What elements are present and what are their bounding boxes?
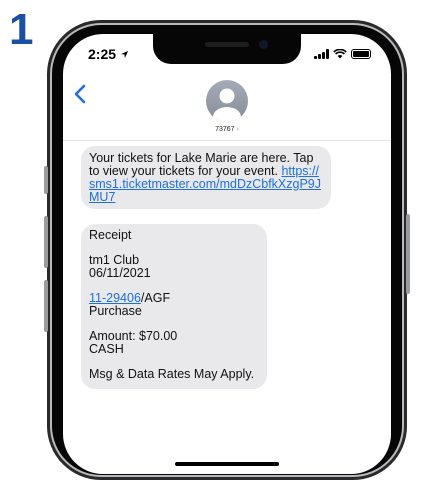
home-indicator <box>175 462 279 466</box>
person-icon <box>213 88 241 122</box>
power-button <box>406 214 410 294</box>
status-icons <box>314 49 371 59</box>
contact-chevron-icon: › <box>236 126 239 133</box>
phone-screen: 2:25 73767 › Your tickets for Lake Marie… <box>63 34 391 474</box>
contact-avatar[interactable] <box>206 80 248 122</box>
message-bubble-receipt: Receipt tm1 Club 06/11/2021 11-29406/AGF… <box>81 224 267 389</box>
receipt-venue-block: tm1 Club 06/11/2021 <box>89 254 259 280</box>
signal-icon <box>314 49 329 59</box>
volume-up-button <box>44 216 48 268</box>
notch <box>153 34 301 64</box>
receipt-title: Receipt <box>89 228 132 242</box>
order-number-link[interactable]: 11-29406 <box>89 291 141 305</box>
receipt-order-block: 11-29406/AGF Purchase <box>89 292 259 318</box>
battery-icon <box>351 49 371 59</box>
header-divider <box>63 140 391 141</box>
contact-name[interactable]: 73767 › <box>63 126 391 133</box>
receipt-disclaimer: Msg & Data Rates May Apply. <box>89 367 255 381</box>
receipt-payment: CASH <box>89 342 124 356</box>
step-number: 1 <box>9 5 34 54</box>
order-type: Purchase <box>89 304 142 318</box>
message-bubble-tickets: Your tickets for Lake Marie are here. Ta… <box>81 146 331 209</box>
receipt-date: 06/11/2021 <box>89 266 151 280</box>
status-time: 2:25 <box>88 46 129 62</box>
status-time-text: 2:25 <box>88 46 117 62</box>
back-chevron-icon[interactable] <box>74 84 86 104</box>
silent-switch <box>44 166 48 194</box>
location-arrow-icon <box>120 50 129 59</box>
wifi-icon <box>333 49 347 59</box>
message-text: Your tickets for Lake Marie are here. Ta… <box>89 151 314 178</box>
contact-number: 73767 <box>215 126 235 133</box>
volume-down-button <box>44 280 48 332</box>
order-suffix: /AGF <box>140 291 171 305</box>
receipt-amount-block: Amount: $70.00 CASH <box>89 330 259 356</box>
